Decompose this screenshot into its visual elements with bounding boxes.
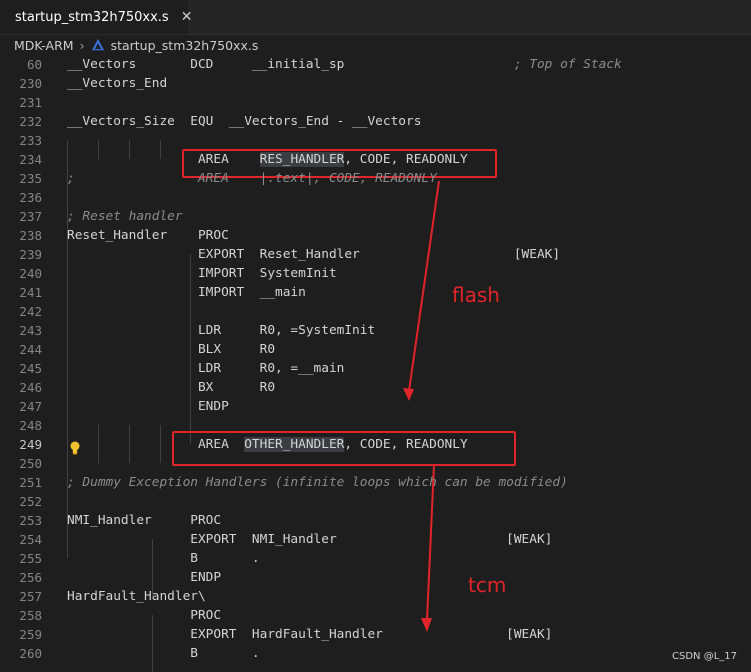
- selected-identifier: RES_HANDLER: [259, 152, 345, 167]
- line-number: 253: [19, 513, 42, 528]
- code-line[interactable]: HardFault_Handler\: [67, 587, 206, 606]
- code-line[interactable]: __Vectors_End: [67, 74, 167, 93]
- code-text: EXPORT Reset_Handler [WEAK]: [67, 247, 561, 262]
- line-number: 238: [19, 228, 42, 243]
- line-number: 241: [19, 285, 42, 300]
- keil-triangle-icon: [91, 38, 104, 51]
- code-line[interactable]: LDR R0, =__main: [67, 359, 344, 378]
- code-text: AREA: [67, 437, 245, 452]
- code-line[interactable]: PROC: [67, 606, 221, 625]
- line-number: 235: [19, 171, 42, 186]
- code-text: EXPORT HardFault_Handler [WEAK]: [67, 627, 553, 642]
- line-number: 234: [19, 152, 42, 167]
- code-text: B .: [67, 646, 260, 661]
- code-line[interactable]: B .: [67, 549, 260, 568]
- code-text: , CODE, READONLY: [344, 437, 468, 452]
- line-number: 250: [19, 456, 42, 471]
- code-text: BX R0: [67, 380, 276, 395]
- code-comment: ; Top of Stack: [513, 57, 622, 72]
- tcm-annotation: tcm: [468, 573, 507, 597]
- code-line[interactable]: NMI_Handler PROC: [67, 511, 221, 530]
- code-text: EXPORT NMI_Handler [WEAK]: [67, 532, 553, 547]
- code-line[interactable]: EXPORT HardFault_Handler [WEAK]: [67, 625, 552, 644]
- code-text: BLX R0: [67, 342, 276, 357]
- breadcrumb-folder[interactable]: MDK-ARM: [14, 38, 74, 53]
- close-icon[interactable]: ✕: [181, 9, 193, 25]
- line-number: 258: [19, 608, 42, 623]
- line-number: 232: [19, 114, 42, 129]
- code-text: __Vectors DCD __initial_sp: [67, 57, 514, 72]
- code-text: NMI_Handler PROC: [67, 513, 222, 528]
- code-text: AREA: [67, 152, 260, 167]
- line-number: 255: [19, 551, 42, 566]
- code-line[interactable]: ; Dummy Exception Handlers (infinite loo…: [67, 473, 568, 492]
- code-line[interactable]: __Vectors DCD __initial_sp ; Top of Stac…: [67, 55, 622, 74]
- code-line[interactable]: Reset_Handler PROC: [67, 226, 229, 245]
- line-number: 237: [19, 209, 42, 224]
- code-line[interactable]: AREA RES_HANDLER, CODE, READONLY: [67, 150, 468, 169]
- code-text: PROC: [67, 608, 222, 623]
- breadcrumb-file[interactable]: startup_stm32h750xx.s: [111, 38, 259, 53]
- line-number: 249: [19, 437, 42, 452]
- code-line[interactable]: IMPORT SystemInit: [67, 264, 337, 283]
- code-line[interactable]: ENDP: [67, 397, 229, 416]
- code-line[interactable]: AREA OTHER_HANDLER, CODE, READONLY: [67, 435, 468, 454]
- line-number: 242: [19, 304, 42, 319]
- line-number: 247: [19, 399, 42, 414]
- tab-bar: startup_stm32h750xx.s ✕: [0, 0, 751, 35]
- code-text: B .: [67, 551, 260, 566]
- line-number: 259: [19, 627, 42, 642]
- code-text: Reset_Handler PROC: [67, 228, 229, 243]
- line-number: 256: [19, 570, 42, 585]
- breadcrumb: MDK-ARM › startup_stm32h750xx.s: [0, 34, 751, 56]
- line-number: 248: [19, 418, 42, 433]
- code-text: IMPORT __main: [67, 285, 306, 300]
- code-text: __Vectors_End: [67, 76, 168, 91]
- tab-startup-file[interactable]: startup_stm32h750xx.s ✕: [0, 0, 192, 34]
- code-line[interactable]: BX R0: [67, 378, 275, 397]
- code-line[interactable]: BLX R0: [67, 340, 275, 359]
- code-text: HardFault_Handler\: [67, 589, 206, 604]
- line-number: 260: [19, 646, 42, 661]
- line-number: 233: [19, 133, 42, 148]
- code-line[interactable]: ; AREA |.text|, CODE, READONLY: [67, 169, 437, 188]
- line-number: 246: [19, 380, 42, 395]
- flash-arrow-head: [403, 388, 414, 401]
- code-text: LDR R0, =__main: [67, 361, 345, 376]
- code-line[interactable]: __Vectors_Size EQU __Vectors_End - __Vec…: [67, 112, 421, 131]
- code-text: ENDP: [67, 399, 229, 414]
- code-line[interactable]: B .: [67, 644, 260, 663]
- breadcrumb-separator: ›: [79, 37, 85, 53]
- code-line[interactable]: EXPORT Reset_Handler [WEAK]: [67, 245, 560, 264]
- line-number: 254: [19, 532, 42, 547]
- flash-arrow-line: [408, 180, 440, 392]
- line-number: 252: [19, 494, 42, 509]
- line-number: 251: [19, 475, 42, 490]
- line-number: 236: [19, 190, 42, 205]
- line-number: 239: [19, 247, 42, 262]
- code-line[interactable]: ; Reset handler: [67, 207, 183, 226]
- code-line[interactable]: LDR R0, =SystemInit: [67, 321, 375, 340]
- flash-annotation: flash: [452, 283, 500, 307]
- selected-identifier: OTHER_HANDLER: [244, 437, 345, 452]
- code-line[interactable]: ENDP: [67, 568, 221, 587]
- code-text: , CODE, READONLY: [344, 152, 468, 167]
- line-number: 243: [19, 323, 42, 338]
- code-editor[interactable]: flash tcm 60 __Vectors DCD __initial_sp ;…: [0, 55, 751, 672]
- line-number: 257: [19, 589, 42, 604]
- line-number: 245: [19, 361, 42, 376]
- line-number: 231: [19, 95, 42, 110]
- line-number: 60: [26, 57, 42, 72]
- line-number: 244: [19, 342, 42, 357]
- code-line[interactable]: IMPORT __main: [67, 283, 306, 302]
- code-line[interactable]: EXPORT NMI_Handler [WEAK]: [67, 530, 552, 549]
- code-text: IMPORT SystemInit: [67, 266, 337, 281]
- code-text: __Vectors_Size EQU __Vectors_End - __Vec…: [67, 114, 422, 129]
- line-number: 230: [19, 76, 42, 91]
- watermark: CSDN @L_17: [672, 651, 737, 662]
- line-number: 240: [19, 266, 42, 281]
- code-text: ENDP: [67, 570, 222, 585]
- tab-label: startup_stm32h750xx.s: [15, 9, 169, 25]
- code-text: LDR R0, =SystemInit: [67, 323, 376, 338]
